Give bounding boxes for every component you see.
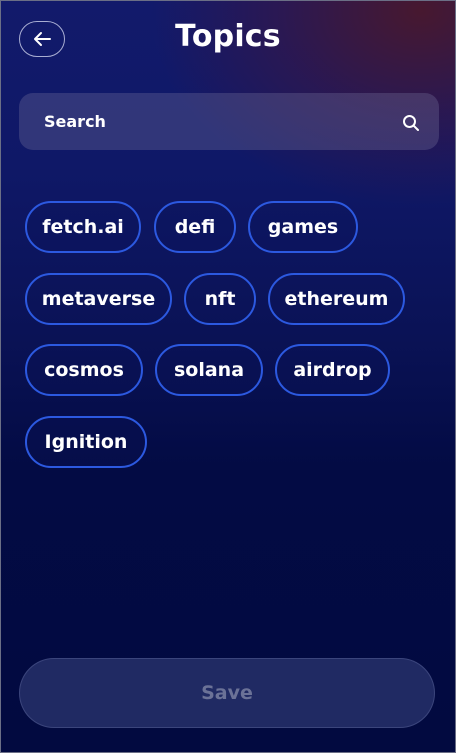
search-bar [19, 93, 439, 150]
topic-chip[interactable]: airdrop [275, 344, 390, 396]
topic-chip[interactable]: Ignition [25, 416, 147, 468]
save-button[interactable]: Save [19, 658, 435, 728]
topic-chip[interactable]: cosmos [25, 344, 143, 396]
topic-chip[interactable]: games [248, 201, 358, 253]
topic-chip[interactable]: metaverse [25, 273, 172, 325]
topic-chip[interactable]: ethereum [268, 273, 405, 325]
topic-chip[interactable]: solana [155, 344, 263, 396]
topic-chip[interactable]: defi [154, 201, 236, 253]
search-icon[interactable] [402, 114, 420, 132]
topic-chip[interactable]: nft [184, 273, 256, 325]
topic-chip[interactable]: fetch.ai [25, 201, 141, 253]
topics-screen: Topics fetch.ai defi games metaverse nft… [0, 0, 456, 753]
page-title: Topics [175, 19, 281, 54]
search-input[interactable] [19, 93, 379, 150]
